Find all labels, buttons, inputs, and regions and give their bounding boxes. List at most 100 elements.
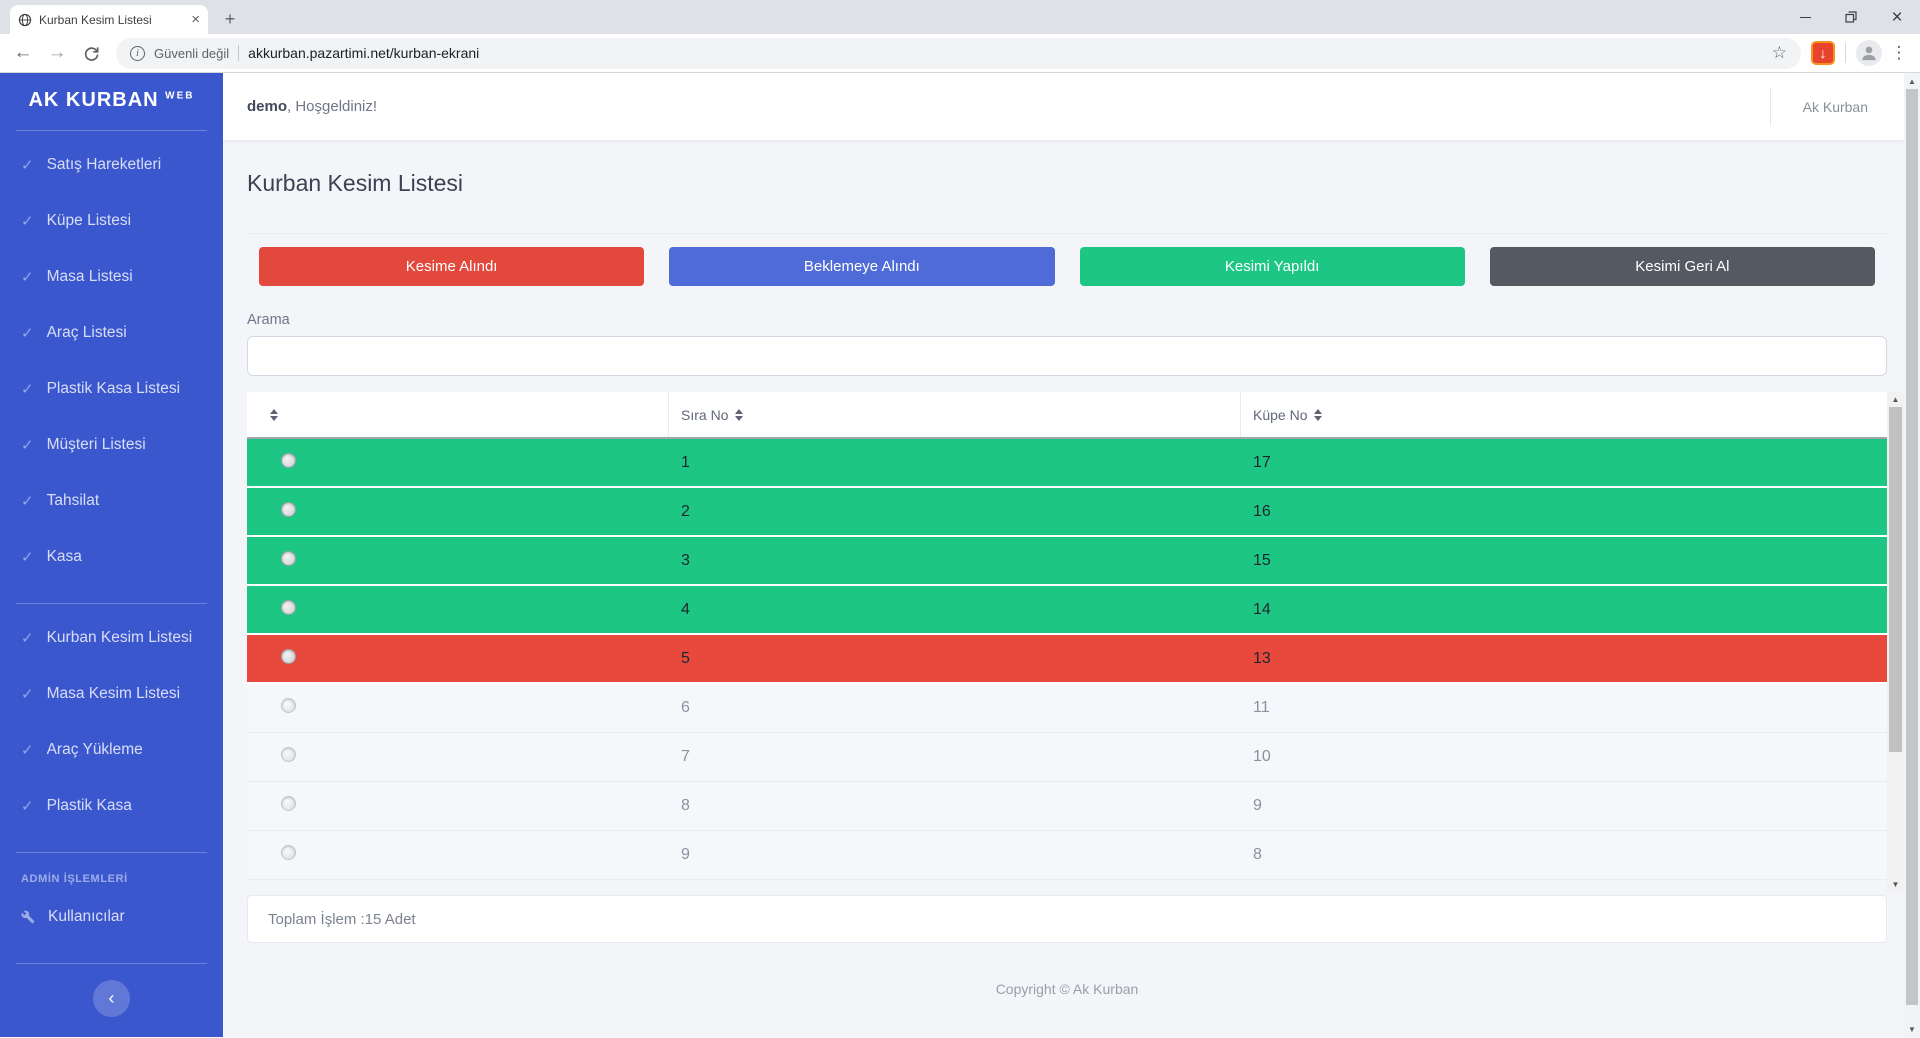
table-row[interactable]: 8 9	[247, 782, 1887, 831]
sort-icon	[735, 408, 744, 421]
browser-window: Kurban Kesim Listesi × + × ← → i Güvenli…	[0, 0, 1920, 1038]
page-header: demo, Hoşgeldiniz! Ak Kurban	[223, 73, 1904, 140]
browser-tabstrip: Kurban Kesim Listesi × + ×	[0, 0, 1920, 34]
kesimi-yapildi-button[interactable]: Kesimi Yapıldı	[1079, 247, 1465, 286]
main-area: demo, Hoşgeldiniz! Ak Kurban Kurban Kesi…	[223, 73, 1904, 1037]
sidebar-divider	[16, 852, 207, 853]
table-row[interactable]: 5 13	[247, 635, 1887, 684]
table-row[interactable]: 3 15	[247, 537, 1887, 586]
sidebar-item-arac-listesi[interactable]: ✓ Araç Listesi	[0, 305, 223, 361]
page-title: Kurban Kesim Listesi	[247, 170, 464, 196]
page-scrollbar[interactable]: ▲ ▼	[1904, 73, 1920, 1037]
sidebar-item-kupe-listesi[interactable]: ✓ Küpe Listesi	[0, 193, 223, 249]
table-scrollbar[interactable]: ▲ ▼	[1887, 392, 1904, 892]
sort-icon	[1314, 408, 1323, 421]
row-radio[interactable]	[281, 845, 296, 860]
sidebar-item-kullanicilar[interactable]: Kullanıcılar	[0, 889, 223, 945]
row-radio[interactable]	[281, 796, 296, 811]
content-area: Kurban Kesim Listesi Kesime Alındı Bekle…	[223, 140, 1904, 1037]
row-radio[interactable]	[281, 501, 296, 517]
back-icon[interactable]: ←	[8, 38, 38, 68]
sidebar-item-satis-hareketleri[interactable]: ✓ Satış Hareketleri	[0, 137, 223, 193]
chevron-left-icon: ‹	[108, 988, 115, 1008]
scroll-down-icon[interactable]: ▼	[1904, 1021, 1920, 1037]
check-icon: ✓	[21, 381, 34, 398]
check-icon: ✓	[21, 437, 34, 454]
sidebar-item-kasa[interactable]: ✓ Kasa	[0, 529, 223, 585]
sidebar-item-masa-listesi[interactable]: ✓ Masa Listesi	[0, 249, 223, 305]
sidebar-item-tahsilat[interactable]: ✓ Tahsilat	[0, 473, 223, 529]
row-radio[interactable]	[281, 698, 296, 713]
header-divider	[1769, 87, 1771, 126]
new-tab-button[interactable]: +	[216, 5, 244, 33]
column-header-select[interactable]	[247, 392, 669, 437]
reload-icon[interactable]	[76, 38, 106, 68]
sidebar-item-arac-yukleme[interactable]: ✓ Araç Yükleme	[0, 722, 223, 778]
browser-tab[interactable]: Kurban Kesim Listesi ×	[10, 5, 208, 34]
check-icon: ✓	[21, 549, 34, 566]
browser-menu-icon[interactable]: ⋮	[1886, 43, 1912, 63]
row-radio[interactable]	[281, 452, 296, 468]
minimize-button[interactable]	[1782, 0, 1828, 34]
extension-icon[interactable]: ↓	[1811, 41, 1835, 65]
table-row[interactable]: 9 8	[247, 831, 1887, 880]
page-scrollbar-thumb[interactable]	[1906, 89, 1918, 1005]
close-button[interactable]: ×	[1874, 0, 1920, 34]
check-icon: ✓	[21, 493, 34, 510]
row-radio[interactable]	[281, 599, 296, 615]
wrench-icon	[21, 910, 35, 924]
table-scrollbar-thumb[interactable]	[1889, 407, 1902, 752]
sidebar-item-kurban-kesim-listesi[interactable]: ✓ Kurban Kesim Listesi	[0, 610, 223, 666]
bookmark-star-icon[interactable]: ☆	[1772, 43, 1787, 63]
table-row[interactable]: 1 17	[247, 439, 1887, 488]
window-controls: ×	[1782, 0, 1920, 34]
table-row[interactable]: 4 14	[247, 586, 1887, 635]
table-row[interactable]: 7 10	[247, 733, 1887, 782]
scroll-up-icon[interactable]: ▲	[1887, 392, 1904, 407]
sidebar: AK KURBAN WEB ✓ Satış Hareketleri ✓ Küpe…	[0, 73, 223, 1037]
kurban-table: Sıra No Küpe No 1 17 2 16 3 15 4 14 5 13…	[247, 392, 1904, 892]
brand-logo: AK KURBAN WEB	[28, 89, 195, 111]
beklemeye-alindi-button[interactable]: Beklemeye Alındı	[669, 247, 1055, 286]
column-header-kupe-no[interactable]: Küpe No	[1241, 392, 1887, 437]
security-label: Güvenli değil	[154, 45, 230, 61]
url-text[interactable]: akkurban.pazartimi.net/kurban-ekrani	[248, 45, 1763, 61]
scroll-up-icon[interactable]: ▲	[1904, 73, 1920, 89]
table-row[interactable]: 6 11	[247, 684, 1887, 733]
info-icon[interactable]: i	[130, 45, 145, 61]
column-header-sira-no[interactable]: Sıra No	[669, 392, 1241, 437]
summary-box: Toplam İşlem :15 Adet	[247, 895, 1887, 943]
kesimi-geri-al-button[interactable]: Kesimi Geri Al	[1489, 247, 1875, 286]
address-bar[interactable]: i Güvenli değil akkurban.pazartimi.net/k…	[116, 37, 1801, 69]
account-name[interactable]: Ak Kurban	[1803, 99, 1868, 115]
tab-title: Kurban Kesim Listesi	[39, 12, 152, 27]
sidebar-item-plastik-kasa[interactable]: ✓ Plastik Kasa	[0, 778, 223, 834]
row-radio[interactable]	[281, 648, 296, 664]
scroll-down-icon[interactable]: ▼	[1887, 877, 1904, 892]
content-divider	[247, 233, 1887, 234]
check-icon: ✓	[21, 798, 34, 815]
sidebar-item-masa-kesim-listesi[interactable]: ✓ Masa Kesim Listesi	[0, 666, 223, 722]
check-icon: ✓	[21, 269, 34, 286]
tab-close-icon[interactable]: ×	[191, 12, 200, 27]
restore-button[interactable]	[1828, 0, 1874, 34]
row-radio[interactable]	[281, 747, 296, 762]
toolbar-divider	[1845, 43, 1846, 63]
username: demo	[247, 98, 288, 115]
table-header: Sıra No Küpe No	[247, 392, 1887, 439]
globe-icon	[18, 13, 32, 27]
summary-text: Toplam İşlem :15 Adet	[268, 910, 416, 928]
omnibox-divider	[238, 45, 240, 61]
kesime-alindi-button[interactable]: Kesime Alındı	[259, 247, 645, 286]
forward-icon[interactable]: →	[42, 38, 72, 68]
sidebar-collapse-button[interactable]: ‹	[93, 980, 130, 1017]
check-icon: ✓	[21, 630, 34, 647]
sidebar-divider	[16, 130, 207, 131]
profile-avatar-icon[interactable]	[1856, 40, 1882, 66]
table-row[interactable]: 2 16	[247, 488, 1887, 537]
sidebar-item-musteri-listesi[interactable]: ✓ Müşteri Listesi	[0, 417, 223, 473]
sidebar-item-plastik-kasa-listesi[interactable]: ✓ Plastik Kasa Listesi	[0, 361, 223, 417]
action-buttons: Kesime Alındı Beklemeye Alındı Kesimi Ya…	[247, 247, 1887, 286]
row-radio[interactable]	[281, 550, 296, 566]
search-input[interactable]	[247, 336, 1887, 376]
